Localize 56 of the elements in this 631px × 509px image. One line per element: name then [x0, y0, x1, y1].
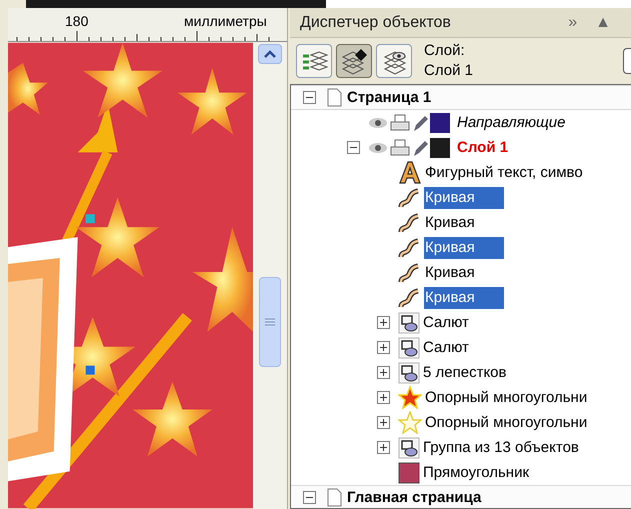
layer-color-swatch[interactable] [430, 138, 450, 158]
object-label[interactable]: Салют [422, 336, 470, 358]
eye-icon[interactable] [368, 142, 388, 154]
object-label[interactable]: Прямоугольник [422, 462, 530, 484]
rectangle-icon [398, 462, 420, 484]
group-icon [398, 362, 420, 384]
group-icon [398, 336, 420, 358]
scroll-up-button[interactable] [258, 44, 282, 64]
pencil-icon[interactable] [412, 138, 428, 156]
grip-icon [265, 318, 276, 326]
scroll-thumb[interactable] [259, 277, 282, 367]
panel-header-button[interactable]: » [568, 10, 578, 34]
expand-icon[interactable] [377, 341, 390, 354]
letter-a-icon [398, 160, 422, 184]
object-label[interactable]: Кривая [424, 236, 504, 258]
layer-name: Слой 1 [424, 61, 473, 81]
object-label[interactable]: Кривая [424, 212, 476, 234]
object-label[interactable]: 5 лепестков [422, 362, 508, 384]
panel-header-button[interactable]: ▲ [595, 10, 611, 34]
toolbar-button[interactable] [296, 44, 332, 78]
object-label[interactable]: Опорный многоугольни [424, 412, 588, 434]
expand-icon[interactable] [377, 391, 390, 404]
collapse-icon[interactable] [303, 91, 316, 104]
object-label[interactable]: Салют [422, 312, 470, 334]
ruler-label: 180 [65, 12, 88, 31]
collapse-icon[interactable] [347, 141, 360, 154]
layer-color-swatch[interactable] [430, 112, 450, 132]
expand-icon[interactable] [377, 366, 390, 379]
object-label[interactable]: Кривая [424, 286, 504, 308]
layer-label[interactable]: Слой 1 [456, 136, 510, 158]
printer-icon[interactable] [390, 138, 410, 156]
toolbar-button[interactable] [376, 44, 412, 78]
ruler-units: миллиметры [184, 12, 267, 31]
expand-icon[interactable] [377, 416, 390, 429]
star-outline-icon [398, 411, 422, 434]
panel-button[interactable] [623, 48, 631, 74]
object-label[interactable]: Опорный многоугольни [424, 386, 588, 408]
panel-title: Диспетчер объектов [300, 12, 452, 32]
printer-icon[interactable] [390, 114, 410, 132]
layer-label[interactable]: Направляющие [456, 112, 566, 134]
toolbar-button[interactable] [336, 44, 372, 78]
object-label[interactable]: Фигурный текст, симво [424, 162, 584, 184]
layer-caption: Слой: [424, 41, 466, 61]
collapse-icon[interactable] [303, 491, 316, 504]
pencil-icon[interactable] [412, 114, 428, 132]
object-label[interactable]: Кривая [424, 262, 476, 284]
object-label[interactable]: Группа из 13 объектов [422, 436, 580, 458]
group-icon [398, 436, 420, 458]
eye-icon[interactable] [368, 116, 388, 128]
star-icon [398, 386, 422, 409]
object-label[interactable]: Кривая [424, 186, 504, 208]
caret-up-icon [264, 50, 276, 58]
expand-icon[interactable] [377, 441, 390, 454]
vertical-scrollbar[interactable] [253, 42, 287, 509]
expand-icon[interactable] [377, 316, 390, 329]
group-icon [398, 312, 420, 334]
